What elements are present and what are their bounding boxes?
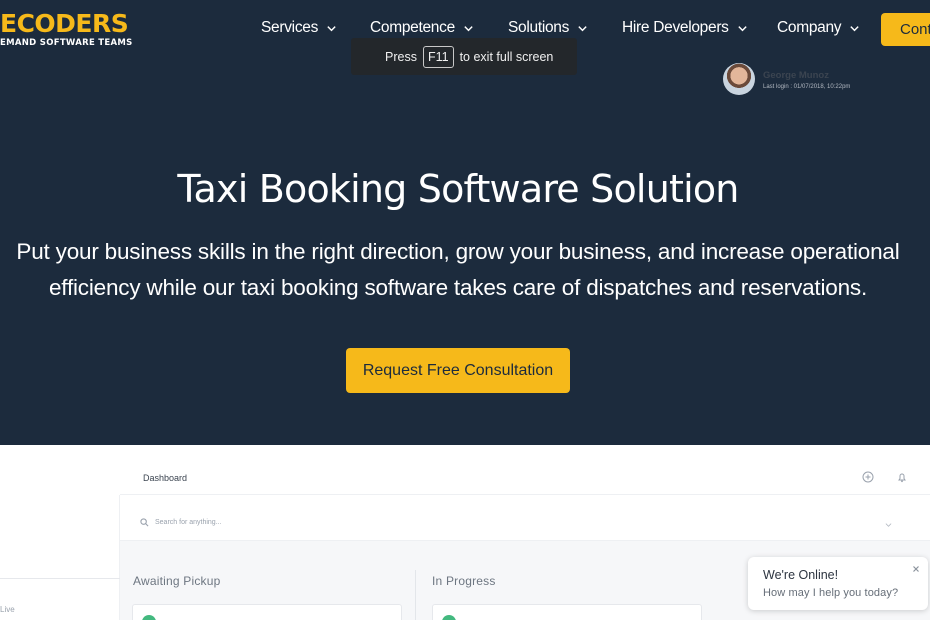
- nav-item-solutions[interactable]: Solutions: [508, 19, 588, 37]
- status-dot: [442, 615, 456, 620]
- nav-item-label: Hire Developers: [622, 19, 729, 36]
- preview-sidebar-divider: [0, 578, 120, 579]
- chevron-down-icon: [885, 523, 892, 527]
- preview-dashboard-label: Dashboard: [143, 473, 188, 483]
- page-title: Taxi Booking Software Solution: [177, 167, 739, 211]
- chevron-down-icon: [850, 25, 859, 31]
- preview-user-name: George Munoz: [763, 70, 829, 81]
- close-icon[interactable]: [909, 562, 923, 576]
- nav-item-competence[interactable]: Competence: [370, 19, 474, 37]
- chevron-down-icon: [464, 25, 473, 31]
- toast-key: F11: [422, 45, 454, 68]
- contact-button[interactable]: Cont: [881, 13, 930, 46]
- chat-title: We're Online!: [763, 568, 839, 582]
- preview-topbar: [120, 445, 930, 495]
- hero-subtitle-line: Put your business skills in the right di…: [16, 239, 900, 264]
- toast-suffix: to exit full screen: [459, 49, 554, 64]
- preview-search: Search for anything...: [140, 518, 222, 527]
- nav-item-label: Services: [261, 19, 319, 36]
- nav-item-hire-developers[interactable]: Hire Developers: [622, 19, 748, 37]
- avatar: [723, 63, 755, 95]
- preview-sidebar-live: Live: [0, 605, 15, 614]
- hero-subtitle: Put your business skills in the right di…: [0, 234, 916, 306]
- nav-item-label: Company: [777, 19, 842, 36]
- fullscreen-toast: Press F11 to exit full screen: [351, 38, 577, 75]
- hero-section: ECODERS EMAND SOFTWARE TEAMS Services Co…: [0, 0, 930, 445]
- request-consultation-button[interactable]: Request Free Consultation: [346, 348, 570, 393]
- chevron-down-icon: [578, 25, 587, 31]
- chat-widget[interactable]: We're Online! How may I help you today?: [748, 557, 928, 610]
- preview-sidebar: [0, 495, 120, 620]
- plus-circle-icon: [862, 471, 874, 483]
- hero-subtitle-line: efficiency while our taxi booking softwa…: [48, 275, 868, 300]
- bell-icon: [898, 473, 906, 483]
- preview-search-row: [120, 495, 930, 541]
- chevron-down-icon: [327, 25, 336, 31]
- nav-item-services[interactable]: Services: [261, 19, 337, 37]
- nav-item-label: Solutions: [508, 19, 570, 36]
- preview-column-divider: [415, 570, 416, 620]
- search-icon: [140, 518, 149, 527]
- preview-search-placeholder: Search for anything...: [155, 519, 222, 526]
- status-dot: [142, 615, 156, 620]
- preview-card: [132, 604, 402, 620]
- nav-item-label: Competence: [370, 19, 455, 36]
- preview-column-title: In Progress: [432, 574, 496, 588]
- chat-subtitle: How may I help you today?: [763, 587, 899, 599]
- toast-prefix: Press: [385, 49, 417, 64]
- preview-column-title: Awaiting Pickup: [133, 574, 221, 588]
- preview-card: [432, 604, 702, 620]
- chevron-down-icon: [737, 25, 747, 31]
- preview-last-login: Last login : 01/07/2018, 10:22pm: [763, 84, 851, 90]
- nav-item-company[interactable]: Company: [777, 19, 860, 37]
